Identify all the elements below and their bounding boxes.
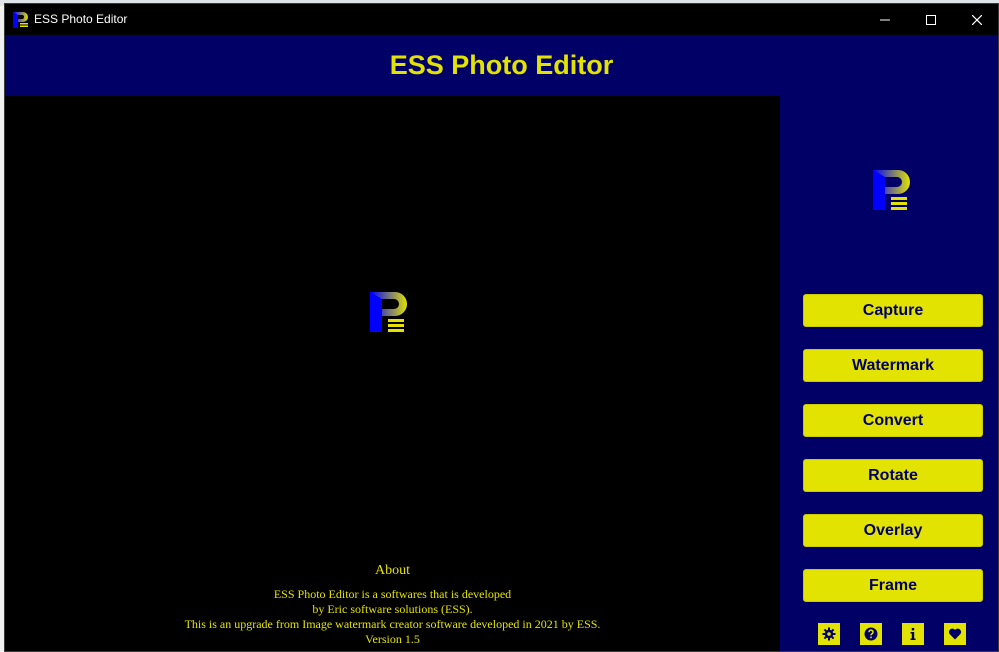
app-header: ESS Photo Editor: [5, 35, 998, 96]
watermark-button[interactable]: Watermark: [803, 349, 983, 382]
sidebar-logo-icon: [873, 170, 910, 210]
gear-icon: [822, 627, 836, 641]
about-line: by Eric software solutions (ESS).: [312, 602, 473, 616]
overlay-button[interactable]: Overlay: [803, 514, 983, 547]
minimize-icon: [880, 19, 890, 20]
rotate-button[interactable]: Rotate: [803, 459, 983, 492]
window-title: ESS Photo Editor: [34, 12, 128, 26]
app-logo-icon: [370, 292, 407, 332]
capture-button[interactable]: Capture: [803, 294, 983, 327]
frame-button[interactable]: Frame: [803, 569, 983, 602]
heart-icon: [948, 628, 962, 640]
title-bar[interactable]: ESS Photo Editor: [5, 4, 998, 35]
convert-button[interactable]: Convert: [803, 404, 983, 437]
app-window: ESS Photo Editor ESS Photo Editor About …: [4, 3, 999, 652]
about-line: This is an upgrade from Image watermark …: [184, 617, 601, 631]
help-icon: [864, 627, 878, 641]
app-logo-icon: [13, 12, 28, 28]
settings-button[interactable]: [818, 623, 840, 645]
app-title: ESS Photo Editor: [389, 50, 614, 80]
info-button[interactable]: [902, 623, 924, 645]
minimize-button[interactable]: [862, 4, 908, 35]
image-canvas[interactable]: About ESS Photo Editor is a softwares th…: [5, 96, 780, 651]
about-line: ESS Photo Editor is a softwares that is …: [273, 587, 512, 601]
maximize-icon: [926, 14, 936, 25]
close-button[interactable]: [954, 4, 998, 35]
about-title: About: [375, 563, 410, 578]
help-button[interactable]: [860, 623, 882, 645]
info-icon: [910, 628, 916, 640]
favorite-button[interactable]: [944, 623, 966, 645]
about-version: Version 1.5: [365, 632, 420, 646]
maximize-button[interactable]: [908, 4, 954, 35]
close-icon: [972, 14, 982, 25]
